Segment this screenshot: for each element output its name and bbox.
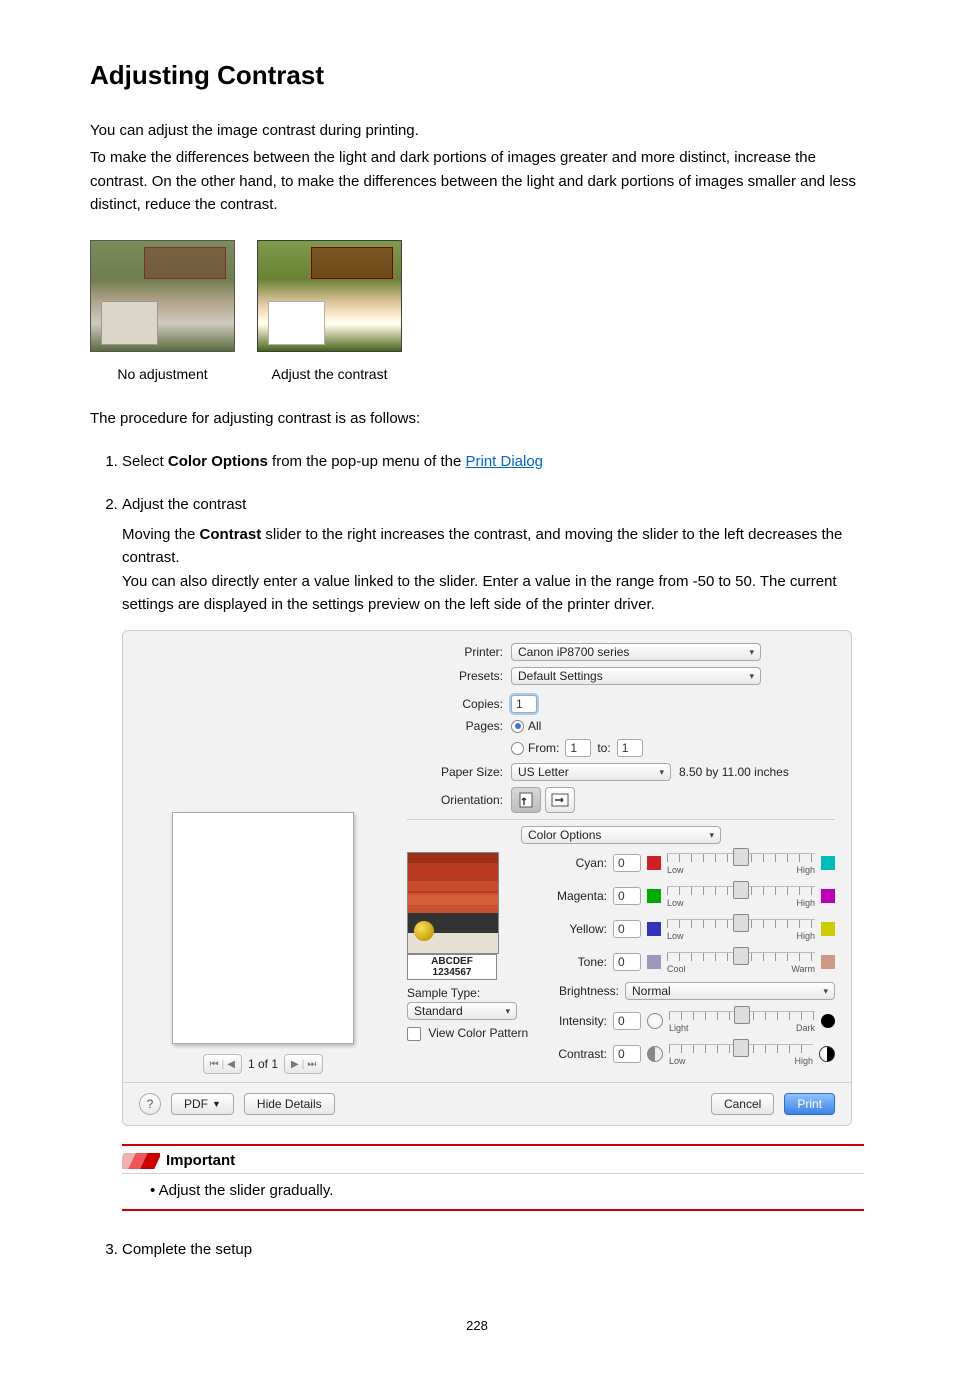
sample-thumbnail-caption: ABCDEF 1234567 bbox=[407, 954, 497, 980]
intensity-input[interactable]: 0 bbox=[613, 1012, 641, 1030]
view-color-pattern-checkbox[interactable] bbox=[407, 1027, 421, 1041]
sample-type-select[interactable]: Standard ▾ bbox=[407, 1002, 517, 1020]
pages-from-input[interactable]: 1 bbox=[565, 739, 591, 757]
pages-all-label: All bbox=[528, 719, 541, 733]
yellow-input[interactable]: 0 bbox=[613, 920, 641, 938]
copies-label: Copies: bbox=[407, 697, 511, 711]
magenta-label: Magenta: bbox=[547, 889, 607, 903]
print-dialog: ⏮|◀ 1 of 1 ▶|⏭ Printer: Canon i bbox=[122, 630, 852, 1126]
sample-caption-noadj: No adjustment bbox=[90, 366, 235, 382]
intro-paragraph-2: To make the differences between the ligh… bbox=[90, 146, 864, 216]
important-label: Important bbox=[166, 1152, 235, 1169]
step-3-title: Complete the setup bbox=[122, 1241, 864, 1258]
caret-icon: ▾ bbox=[823, 986, 828, 997]
cyan-high-swatch bbox=[821, 856, 835, 870]
pages-label: Pages: bbox=[407, 719, 511, 733]
intensity-slider[interactable] bbox=[669, 1008, 815, 1022]
orientation-label: Orientation: bbox=[407, 793, 511, 807]
contrast-low-icon bbox=[647, 1046, 663, 1062]
contrast-input[interactable]: 0 bbox=[613, 1045, 641, 1063]
pages-from-label: From: bbox=[528, 741, 559, 755]
pages-to-input[interactable]: 1 bbox=[617, 739, 643, 757]
printer-label: Printer: bbox=[407, 645, 511, 659]
yellow-slider[interactable] bbox=[667, 916, 815, 930]
step-2-paragraph-1: Moving the Contrast slider to the right … bbox=[122, 523, 864, 570]
cyan-slider[interactable] bbox=[667, 850, 815, 864]
important-bullet: Adjust the slider gradually. bbox=[159, 1182, 334, 1199]
pdf-menu-button[interactable]: PDF ▼ bbox=[171, 1093, 234, 1115]
paper-dimensions: 8.50 by 11.00 inches bbox=[679, 765, 789, 779]
copies-input[interactable]: 1 bbox=[511, 695, 537, 713]
step-1-title: Select Color Options from the pop-up men… bbox=[122, 453, 864, 470]
brightness-select[interactable]: Normal ▾ bbox=[625, 982, 835, 1000]
help-button[interactable]: ? bbox=[139, 1093, 161, 1115]
hide-details-button[interactable]: Hide Details bbox=[244, 1093, 335, 1115]
yellow-low-swatch bbox=[647, 922, 661, 936]
step-2-title: Adjust the contrast bbox=[122, 496, 864, 513]
presets-label: Presets: bbox=[407, 669, 511, 683]
pager-label: 1 of 1 bbox=[248, 1057, 278, 1071]
cancel-button[interactable]: Cancel bbox=[711, 1093, 774, 1115]
cyan-label: Cyan: bbox=[547, 856, 607, 870]
papersize-label: Paper Size: bbox=[407, 765, 511, 779]
sample-image-adjusted bbox=[257, 240, 402, 352]
orientation-landscape-button[interactable] bbox=[545, 787, 575, 813]
important-callout: Important • Adjust the slider gradually. bbox=[122, 1144, 864, 1211]
intro-paragraph-1: You can adjust the image contrast during… bbox=[90, 119, 864, 142]
magenta-slider[interactable] bbox=[667, 883, 815, 897]
contrast-slider[interactable] bbox=[669, 1041, 813, 1055]
printer-select[interactable]: Canon iP8700 series ▾ bbox=[511, 643, 761, 661]
contrast-high-icon bbox=[819, 1046, 835, 1062]
papersize-select[interactable]: US Letter ▾ bbox=[511, 763, 671, 781]
preview-pager: ⏮|◀ 1 of 1 ▶|⏭ bbox=[203, 1054, 324, 1074]
pages-all-radio[interactable] bbox=[511, 720, 524, 733]
sample-thumbnail bbox=[407, 852, 499, 954]
cyan-low-swatch bbox=[647, 856, 661, 870]
pages-to-label: to: bbox=[597, 741, 610, 755]
caret-icon: ▾ bbox=[659, 767, 664, 778]
important-icon bbox=[122, 1153, 160, 1169]
page-number: 228 bbox=[90, 1318, 864, 1333]
orientation-portrait-button[interactable] bbox=[511, 787, 541, 813]
magenta-high-swatch bbox=[821, 889, 835, 903]
cyan-input[interactable]: 0 bbox=[613, 854, 641, 872]
intensity-label: Intensity: bbox=[547, 1014, 607, 1028]
brightness-label: Brightness: bbox=[547, 984, 619, 998]
intensity-dark-icon bbox=[821, 1014, 835, 1028]
page-title: Adjusting Contrast bbox=[90, 60, 864, 91]
view-color-pattern-label: View Color Pattern bbox=[428, 1026, 528, 1040]
yellow-high-swatch bbox=[821, 922, 835, 936]
chevron-down-icon: ▼ bbox=[212, 1099, 221, 1109]
presets-select[interactable]: Default Settings ▾ bbox=[511, 667, 761, 685]
magenta-input[interactable]: 0 bbox=[613, 887, 641, 905]
preview-thumbnail bbox=[172, 812, 354, 1044]
print-button[interactable]: Print bbox=[784, 1093, 835, 1115]
tone-input[interactable]: 0 bbox=[613, 953, 641, 971]
pager-next-last[interactable]: ▶|⏭ bbox=[284, 1054, 323, 1074]
caret-icon: ▾ bbox=[749, 671, 754, 682]
sample-type-label: Sample Type: bbox=[407, 986, 537, 1000]
options-popup-select[interactable]: Color Options ▾ bbox=[521, 826, 721, 844]
tone-high-swatch bbox=[821, 955, 835, 969]
caret-icon: ▾ bbox=[505, 1006, 510, 1017]
tone-low-swatch bbox=[647, 955, 661, 969]
procedure-intro: The procedure for adjusting contrast is … bbox=[90, 410, 864, 427]
magenta-low-swatch bbox=[647, 889, 661, 903]
sample-image-original bbox=[90, 240, 235, 352]
sample-images: No adjustment Adjust the contrast bbox=[90, 240, 864, 382]
yellow-label: Yellow: bbox=[547, 922, 607, 936]
tone-slider[interactable] bbox=[667, 949, 815, 963]
sample-caption-adj: Adjust the contrast bbox=[257, 366, 402, 382]
pages-from-radio[interactable] bbox=[511, 742, 524, 755]
contrast-label: Contrast: bbox=[547, 1047, 607, 1061]
step-2-paragraph-2: You can also directly enter a value link… bbox=[122, 570, 864, 617]
print-dialog-link[interactable]: Print Dialog bbox=[465, 453, 543, 470]
caret-icon: ▾ bbox=[749, 647, 754, 658]
caret-icon: ▾ bbox=[709, 830, 714, 841]
pager-first-prev[interactable]: ⏮|◀ bbox=[203, 1054, 242, 1074]
tone-label: Tone: bbox=[547, 955, 607, 969]
intensity-light-icon bbox=[647, 1013, 663, 1029]
